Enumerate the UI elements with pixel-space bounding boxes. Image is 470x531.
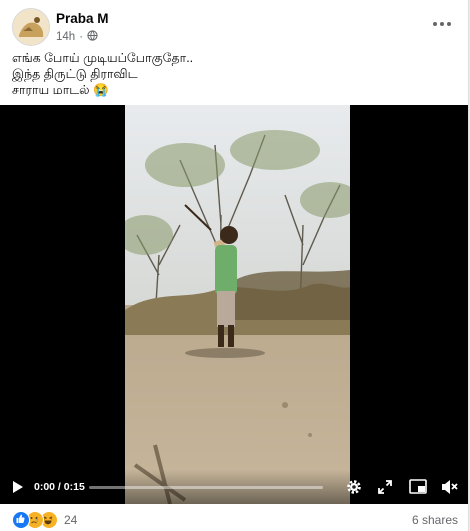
post-card: Praba M 14h · எங்க போய் முடியப்போகுதோ.. … <box>0 0 469 531</box>
post-time[interactable]: 14h <box>56 31 75 43</box>
video-player[interactable]: 0:00 / 0:15 <box>0 105 468 504</box>
reactions-summary[interactable]: 24 <box>12 511 77 529</box>
fullscreen-icon[interactable] <box>377 479 393 500</box>
video-still <box>125 105 350 504</box>
author-name[interactable]: Praba M <box>56 11 109 26</box>
video-time: 0:00 / 0:15 <box>34 481 85 493</box>
settings-icon[interactable] <box>345 478 363 501</box>
like-icon <box>12 511 30 529</box>
play-icon[interactable] <box>12 480 24 499</box>
meta-separator: · <box>79 31 84 43</box>
video-controls: 0:00 / 0:15 <box>0 470 468 504</box>
video-progress-bar[interactable] <box>89 486 323 489</box>
avatar-image <box>13 9 49 45</box>
picture-in-picture-icon[interactable] <box>409 479 427 500</box>
post-header: Praba M 14h · <box>12 8 458 46</box>
post-footer: 24 6 shares <box>12 511 458 529</box>
post-text-line: எங்க போய் முடியப்போகுதோ.. <box>12 51 194 65</box>
video-frame[interactable] <box>125 105 350 504</box>
reaction-count[interactable]: 24 <box>64 513 77 527</box>
post-text-line: இந்த திருட்டு திராவிட <box>12 67 138 81</box>
post-meta: 14h · <box>56 30 98 44</box>
post-text-line: சாராய மாடல் 😭 <box>12 83 109 97</box>
volume-muted-icon[interactable] <box>441 479 459 500</box>
globe-icon <box>87 30 98 44</box>
shares-count[interactable]: 6 shares <box>412 513 458 527</box>
post-text: எங்க போய் முடியப்போகுதோ.. இந்த திருட்டு … <box>12 50 452 98</box>
author-avatar[interactable] <box>12 8 50 46</box>
more-options-icon[interactable] <box>430 12 454 36</box>
